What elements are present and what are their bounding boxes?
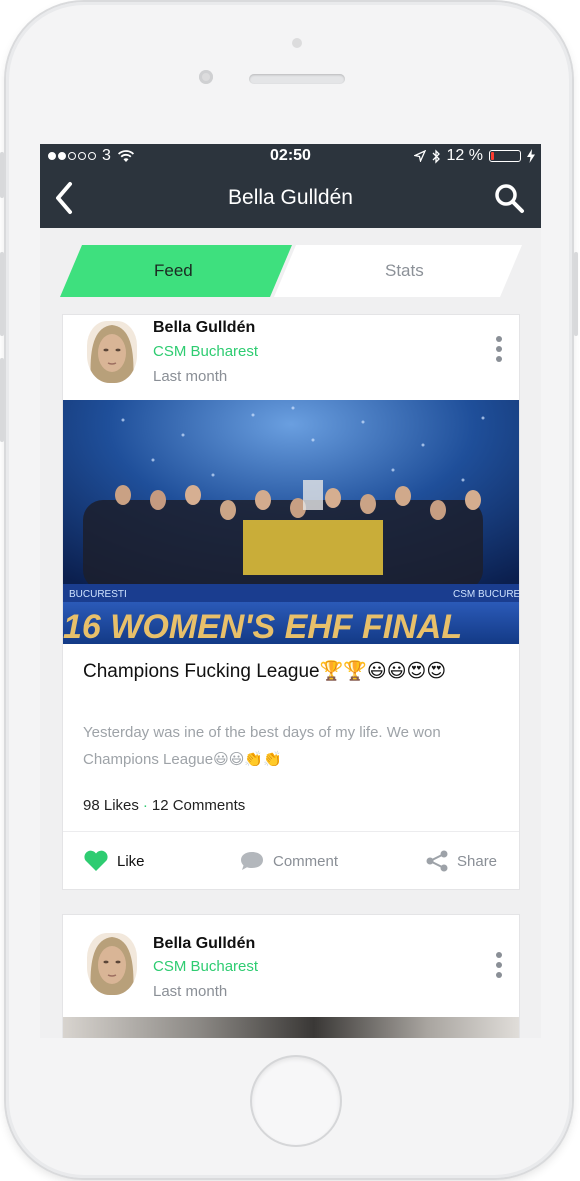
power-button <box>574 252 578 336</box>
bluetooth-icon <box>432 148 440 164</box>
avatar[interactable] <box>87 933 137 995</box>
search-icon[interactable] <box>493 182 525 214</box>
like-label: Like <box>117 852 145 870</box>
post-title: Champions Fucking League🏆🏆😃😃😍😍 <box>83 661 447 682</box>
charging-bolt-icon <box>527 149 535 163</box>
tab-stats-label: Stats <box>385 261 424 280</box>
image-board-left: BUCURESTI <box>69 589 127 600</box>
page-title: Bella Gulldén <box>228 186 353 209</box>
more-vertical-icon[interactable] <box>495 335 503 363</box>
battery-icon <box>489 150 521 162</box>
heart-icon <box>84 850 108 871</box>
post-body: Yesterday was ine of the best days of my… <box>83 724 441 768</box>
volume-down-button <box>0 358 4 442</box>
post-actions: Like Comment Share <box>63 831 519 889</box>
app-screen: 3 02:50 12 % Bella Gulldén Feed Stats Be… <box>40 144 541 1038</box>
post-image[interactable] <box>63 1017 519 1038</box>
post-club[interactable]: CSM Bucharest <box>153 958 258 975</box>
comment-label: Comment <box>273 852 339 870</box>
status-bar: 3 02:50 12 % <box>40 144 541 168</box>
like-button[interactable]: Like <box>83 850 145 872</box>
likes-count[interactable]: 98 Likes <box>83 797 139 814</box>
image-banner-text: 16 WOMEN'S EHF FINAL <box>63 608 462 644</box>
share-button[interactable]: Share <box>425 850 497 872</box>
share-icon <box>426 850 448 872</box>
mute-switch <box>0 152 4 198</box>
post-card: Bella Gulldén CSM Bucharest Last month <box>62 914 520 1038</box>
battery-percent: 12 % <box>446 147 483 164</box>
avatar[interactable] <box>87 321 137 383</box>
home-button[interactable] <box>252 1057 340 1145</box>
post-club[interactable]: CSM Bucharest <box>153 343 258 360</box>
post-time: Last month <box>153 983 228 1000</box>
front-camera <box>199 70 213 84</box>
proximity-sensor <box>292 38 302 48</box>
volume-up-button <box>0 252 4 336</box>
tab-bar: Feed Stats <box>60 245 522 297</box>
comments-count[interactable]: 12 Comments <box>152 797 245 814</box>
share-label: Share <box>457 852 498 870</box>
post-time: Last month <box>153 368 228 385</box>
post-image[interactable]: BUCURESTI CSM BUCURES 16 WOMEN'S EHF FIN… <box>63 400 519 644</box>
post-card: Bella Gulldén CSM Bucharest Last month <box>62 314 520 890</box>
earpiece-speaker <box>249 74 345 84</box>
post-author[interactable]: Bella Gulldén <box>153 319 255 337</box>
navigation-bar: Bella Gulldén <box>40 168 541 228</box>
more-vertical-icon[interactable] <box>495 951 503 979</box>
comment-icon <box>241 852 263 870</box>
image-board-right: CSM BUCURES <box>453 589 519 600</box>
post-author[interactable]: Bella Gulldén <box>153 935 255 953</box>
comment-button[interactable]: Comment <box>239 850 338 872</box>
location-arrow-icon <box>413 150 426 162</box>
post-stats: 98 Likes · 12 Comments <box>83 797 246 814</box>
tab-feed-label: Feed <box>154 261 193 280</box>
